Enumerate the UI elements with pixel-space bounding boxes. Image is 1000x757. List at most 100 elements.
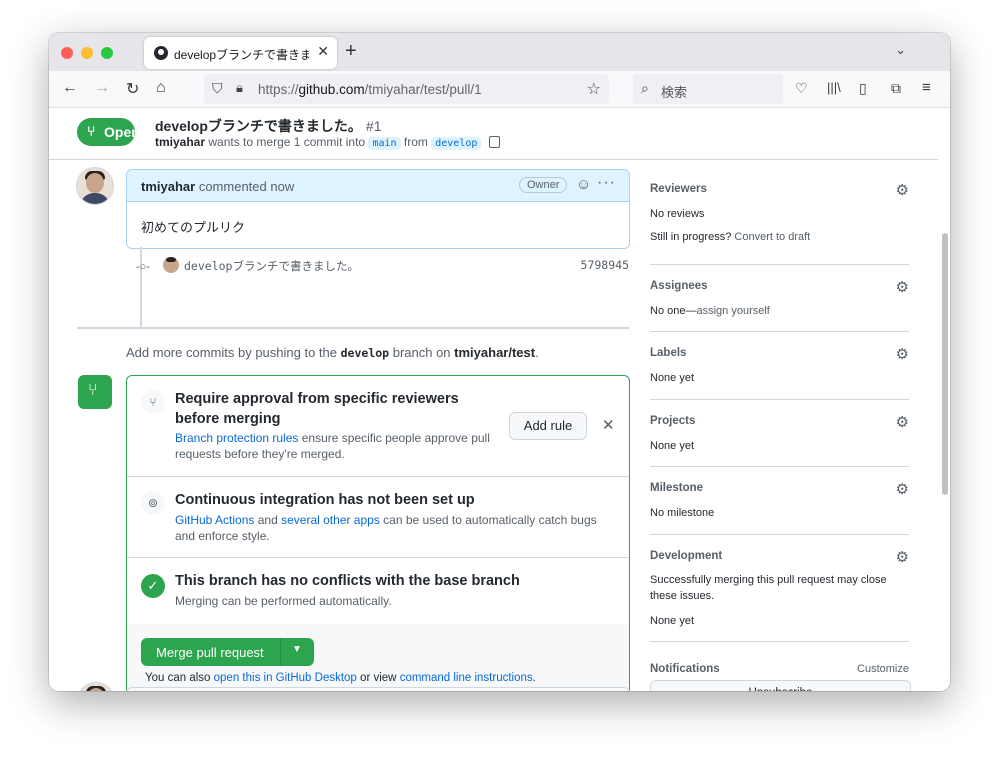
branch-protection-link[interactable]: Branch protection rules [175, 431, 298, 445]
comment-action[interactable]: commented now [199, 179, 294, 194]
reviewers-section: Reviewers ⚙ No reviews Still in progress… [650, 108, 909, 265]
page-title: developブランチで書きました。 #1 [155, 116, 381, 136]
avatar[interactable] [163, 257, 179, 273]
ci-desc: GitHub Actions and several other apps ca… [175, 513, 597, 543]
assign-yourself-link[interactable]: assign yourself [696, 305, 769, 317]
projects-section: Projects ⚙ None yet [650, 400, 909, 467]
other-apps-link[interactable]: several other apps [281, 513, 380, 527]
new-tab-icon[interactable]: + [345, 40, 357, 63]
pr-meta: tmiyahar wants to merge 1 commit into ma… [155, 135, 500, 151]
comment-composer [126, 687, 630, 691]
development-heading[interactable]: Development [650, 550, 722, 562]
pr-author-link[interactable]: tmiyahar [155, 135, 205, 149]
labels-value: None yet [650, 372, 695, 384]
conflict-section: ✓ This branch has no conflicts with the … [127, 558, 629, 625]
development-section: Development ⚙ Successfully merging this … [650, 535, 909, 642]
git-merge-icon: ⑂ [78, 375, 112, 409]
gear-icon[interactable]: ⚙ [896, 181, 909, 199]
owner-badge: Owner [519, 177, 568, 193]
menu-icon[interactable]: ≡ [922, 79, 931, 96]
close-tab-icon[interactable]: ✕ [317, 43, 329, 60]
gear-icon[interactable]: ⚙ [896, 548, 909, 566]
ci-section: ⊚ Continuous integration has not been se… [127, 477, 629, 558]
draft-note: Still in progress? Convert to draft [650, 231, 811, 243]
copy-icon[interactable] [484, 136, 500, 151]
smiley-icon[interactable]: ☺ [576, 176, 591, 193]
customize-link[interactable]: Customize [857, 663, 909, 675]
alt-note: You can also open this in GitHub Desktop… [145, 672, 536, 684]
merge-footer: Merge pull request ▼ You can also open t… [127, 624, 629, 691]
merge-box: ⑂ Require approval from specific reviewe… [126, 375, 630, 691]
gear-icon[interactable]: ⚙ [896, 413, 909, 431]
close-icon[interactable]: ✕ [602, 416, 615, 434]
from-text: from [403, 135, 428, 149]
page-content: ⑂ Open developブランチで書きました。 #1 tmiyahar wan… [49, 108, 950, 691]
labels-heading[interactable]: Labels [650, 347, 686, 359]
browser-window: developブランチで書きました。 ✕ + ⌄ ← → ↻ ⌂ ⛉ 🔒︎ ht… [49, 33, 950, 691]
projects-heading[interactable]: Projects [650, 415, 695, 427]
gear-icon[interactable]: ⚙ [896, 345, 909, 363]
ci-title: Continuous integration has not been set … [175, 492, 475, 508]
search-placeholder: 検索 [661, 85, 688, 100]
add-rule-button[interactable]: Add rule [509, 412, 587, 440]
zoom-window-button[interactable] [101, 47, 113, 59]
pocket-icon[interactable]: ♡ [795, 80, 808, 97]
head-branch-label[interactable]: develop [431, 137, 482, 150]
url-text[interactable]: https://github.com/tmiyahar/test/pull/1 [258, 82, 482, 97]
home-icon[interactable]: ⌂ [156, 79, 166, 97]
github-actions-link[interactable]: GitHub Actions [175, 513, 254, 527]
chevron-down-icon[interactable]: ⌄ [895, 42, 906, 58]
assignees-heading[interactable]: Assignees [650, 280, 708, 292]
url-bar[interactable]: ⛉ 🔒︎ https://github.com/tmiyahar/test/pu… [204, 74, 609, 104]
gear-icon[interactable]: ⚙ [896, 480, 909, 498]
shield-icon[interactable]: ⛉ [212, 80, 223, 97]
sidebar-toggle-icon[interactable]: ▯ [859, 80, 867, 97]
close-window-button[interactable] [61, 47, 73, 59]
commit-message-link[interactable]: developブランチで書きました。 [184, 258, 359, 274]
base-branch-label[interactable]: main [368, 137, 401, 150]
browser-tab[interactable]: developブランチで書きました。 ✕ [144, 37, 337, 69]
avatar[interactable] [77, 682, 115, 691]
approval-desc: Branch protection rules ensure specific … [175, 431, 490, 461]
status-badge: ⑂ Open [77, 118, 140, 146]
check-icon: ✓ [141, 574, 165, 598]
scrollbar[interactable] [942, 233, 948, 495]
forward-icon[interactable]: → [94, 79, 110, 97]
tab-title: developブランチで書きました。 [174, 48, 309, 62]
unsubscribe-button[interactable]: Unsubscribe [650, 680, 911, 691]
lock-icon[interactable]: 🔒︎ [236, 80, 243, 96]
nav-bar: ← → ↻ ⌂ ⛉ 🔒︎ https://github.com/tmiyahar… [49, 71, 950, 108]
library-icon[interactable]: |||\ [827, 80, 841, 95]
development-text-2: these issues. [650, 590, 715, 602]
reload-icon[interactable]: ↻ [126, 79, 139, 99]
extensions-icon[interactable]: ⧉ [891, 80, 901, 97]
sidebar: Reviewers ⚙ No reviews Still in progress… [650, 108, 911, 691]
comment-box: tmiyahar commented now Owner ☺ ··· 初めてのプ… [126, 169, 630, 249]
milestone-value: No milestone [650, 507, 715, 519]
tab-strip: developブランチで書きました。 ✕ + ⌄ [49, 33, 950, 71]
gear-icon[interactable]: ⚙ [896, 278, 909, 296]
push-branch: develop [340, 346, 390, 360]
caret-down-icon[interactable]: ▼ [292, 644, 302, 655]
approval-section: ⑂ Require approval from specific reviewe… [127, 376, 629, 477]
minimize-window-button[interactable] [81, 47, 93, 59]
assignees-value: No one—assign yourself [650, 305, 770, 317]
more-options-icon[interactable]: ··· [597, 174, 616, 192]
github-desktop-link[interactable]: open this in GitHub Desktop [214, 672, 357, 684]
command-line-link[interactable]: command line instructions [400, 672, 533, 684]
push-note: Add more commits by pushing to the devel… [126, 345, 539, 360]
convert-to-draft-link[interactable]: Convert to draft [734, 231, 810, 243]
comment-author-link[interactable]: tmiyahar [141, 179, 195, 194]
pr-meta-text: wants to merge 1 commit into [208, 135, 366, 149]
milestone-heading[interactable]: Milestone [650, 482, 703, 494]
search-input[interactable]: ⌕ 検索 [633, 74, 783, 104]
pr-number[interactable]: #1 [366, 118, 382, 134]
reviewers-heading[interactable]: Reviewers [650, 183, 707, 195]
assignees-section: Assignees ⚙ No one—assign yourself [650, 265, 909, 332]
labels-section: Labels ⚙ None yet [650, 332, 909, 400]
merge-pull-request-button[interactable]: Merge pull request ▼ [141, 638, 314, 666]
back-icon[interactable]: ← [62, 79, 78, 97]
bookmark-star-icon[interactable]: ☆ [587, 79, 601, 99]
avatar[interactable] [76, 167, 114, 205]
commit-sha-link[interactable]: 5798945 [581, 258, 629, 272]
